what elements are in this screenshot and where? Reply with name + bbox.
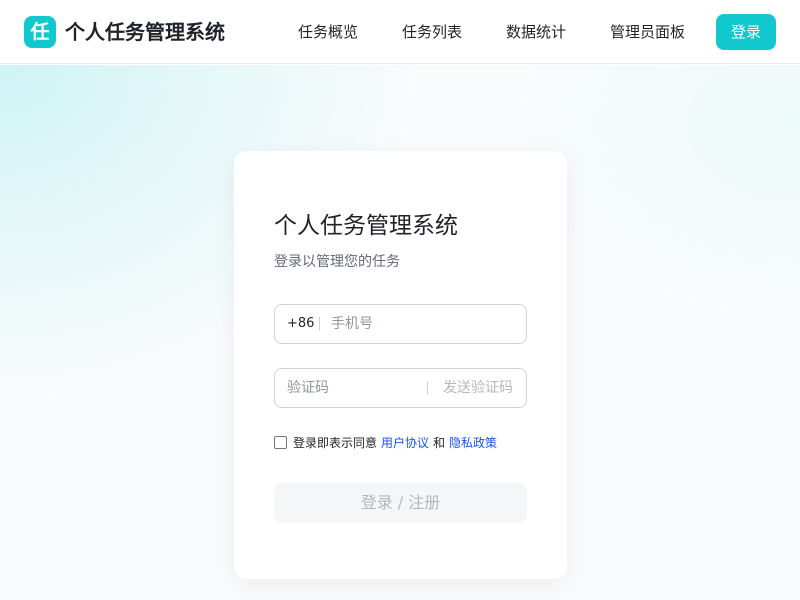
verification-code-input[interactable] <box>287 370 423 406</box>
country-code-prefix[interactable]: +86 <box>287 315 314 333</box>
app-title: 个人任务管理系统 <box>65 20 225 44</box>
verification-code-field: 发送验证码 <box>274 368 527 408</box>
agreement-and-text: 和 <box>433 436 446 450</box>
user-agreement-link[interactable]: 用户协议 <box>381 434 429 452</box>
app-logo-icon: 任 <box>24 16 56 48</box>
nav-item-admin-panel[interactable]: 管理员面板 <box>610 22 685 42</box>
header-login-button[interactable]: 登录 <box>716 14 776 50</box>
nav-item-task-list[interactable]: 任务列表 <box>402 22 462 42</box>
nav-item-statistics[interactable]: 数据统计 <box>506 22 566 42</box>
nav-item-task-overview[interactable]: 任务概览 <box>298 22 358 42</box>
phone-input[interactable] <box>331 306 519 342</box>
phone-field: +86 <box>274 304 527 344</box>
login-register-button[interactable]: 登录 / 注册 <box>274 483 527 523</box>
login-card: 个人任务管理系统 登录以管理您的任务 +86 发送验证码 登录即表示同意 用户协… <box>234 151 567 579</box>
top-nav-bar: 任 个人任务管理系统 任务概览 任务列表 数据统计 管理员面板 登录 <box>0 0 800 64</box>
send-code-button[interactable]: 发送验证码 <box>443 379 513 397</box>
agreement-text: 登录即表示同意 <box>293 436 378 450</box>
agreement-checkbox[interactable] <box>274 436 287 449</box>
prefix-divider <box>319 317 320 331</box>
code-divider <box>427 381 428 395</box>
privacy-policy-link[interactable]: 隐私政策 <box>449 434 497 452</box>
login-subtitle: 登录以管理您的任务 <box>274 254 400 270</box>
login-title: 个人任务管理系统 <box>274 213 458 239</box>
